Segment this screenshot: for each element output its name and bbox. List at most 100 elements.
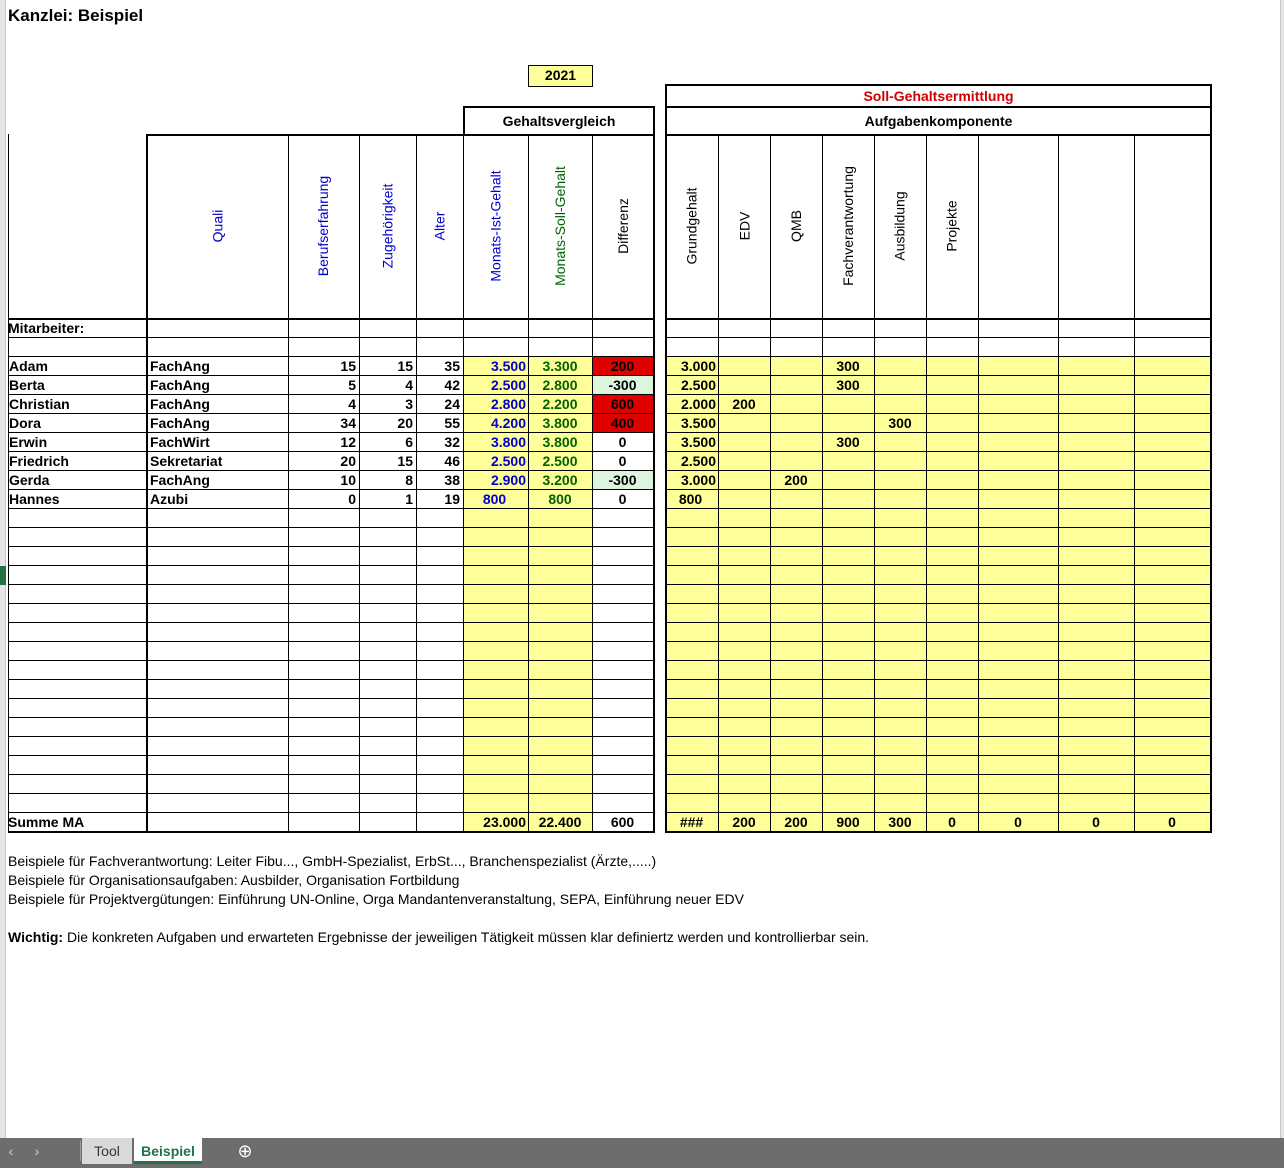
employee-grundgehalt[interactable]: 2.000 (665, 395, 716, 414)
employee-ist-gehalt[interactable]: 2.500 (463, 452, 526, 471)
total-qmb[interactable]: 200 (770, 813, 822, 832)
employee-quali[interactable]: Sekretariat (150, 452, 286, 471)
total-ist[interactable]: 23.000 (463, 813, 526, 832)
total-ausb[interactable]: 300 (874, 813, 926, 832)
employee-alter[interactable]: 42 (416, 376, 460, 395)
employee-fach[interactable]: 300 (822, 433, 874, 452)
employee-soll-gehalt[interactable]: 3.200 (528, 471, 592, 490)
worksheet[interactable]: 2021 Kanzlei: Beispiel Soll-Gehaltsermittl… (0, 0, 1284, 1138)
employee-differenz[interactable]: 0 (592, 490, 653, 509)
employee-ist-gehalt[interactable]: 800 (463, 490, 526, 509)
employee-soll-gehalt[interactable]: 800 (528, 490, 592, 509)
employee-fach[interactable]: 300 (822, 376, 874, 395)
employee-edv[interactable] (718, 376, 770, 395)
employee-qmb[interactable] (770, 395, 822, 414)
employee-proj[interactable] (926, 395, 978, 414)
employee-name[interactable]: Friedrich (9, 452, 145, 471)
employee-quali[interactable]: FachAng (150, 376, 286, 395)
employee-grundgehalt[interactable]: 3.500 (665, 433, 716, 452)
employee-differenz[interactable]: 0 (592, 433, 653, 452)
employee-zug[interactable]: 6 (359, 433, 413, 452)
employee-edv[interactable]: 200 (718, 395, 770, 414)
employee-proj[interactable] (926, 357, 978, 376)
employee-zug[interactable]: 8 (359, 471, 413, 490)
employee-alter[interactable]: 24 (416, 395, 460, 414)
employee-soll-gehalt[interactable]: 2.200 (528, 395, 592, 414)
employee-edv[interactable] (718, 357, 770, 376)
tab-next-icon[interactable]: › (28, 1138, 46, 1164)
employee-differenz[interactable]: -300 (592, 471, 653, 490)
employee-fach[interactable] (822, 471, 874, 490)
employee-fach[interactable] (822, 452, 874, 471)
employee-differenz[interactable]: 400 (592, 414, 653, 433)
vertical-scrollbar[interactable] (1280, 0, 1284, 1138)
employee-alter[interactable]: 46 (416, 452, 460, 471)
employee-proj[interactable] (926, 452, 978, 471)
employee-name[interactable]: Christian (9, 395, 145, 414)
employee-alter[interactable]: 35 (416, 357, 460, 376)
employee-zug[interactable]: 1 (359, 490, 413, 509)
employee-quali[interactable]: FachAng (150, 471, 286, 490)
employee-fach[interactable]: 300 (822, 357, 874, 376)
employee-differenz[interactable]: -300 (592, 376, 653, 395)
total-differenz[interactable]: 600 (592, 813, 653, 832)
employee-zug[interactable]: 20 (359, 414, 413, 433)
employee-quali[interactable]: FachAng (150, 357, 286, 376)
employee-edv[interactable] (718, 433, 770, 452)
employee-quali[interactable]: Azubi (150, 490, 286, 509)
tab-prev-icon[interactable]: ‹ (2, 1138, 20, 1164)
employee-name[interactable]: Hannes (9, 490, 145, 509)
employee-ausb[interactable]: 300 (874, 414, 926, 433)
employee-soll-gehalt[interactable]: 2.800 (528, 376, 592, 395)
employee-beruf[interactable]: 4 (288, 395, 356, 414)
employee-ist-gehalt[interactable]: 2.800 (463, 395, 526, 414)
total-proj[interactable]: 0 (926, 813, 978, 832)
employee-beruf[interactable]: 34 (288, 414, 356, 433)
employee-name[interactable]: Berta (9, 376, 145, 395)
employee-soll-gehalt[interactable]: 3.800 (528, 433, 592, 452)
employee-grundgehalt[interactable]: 2.500 (665, 452, 716, 471)
employee-ausb[interactable] (874, 452, 926, 471)
employee-zug[interactable]: 3 (359, 395, 413, 414)
employee-beruf[interactable]: 20 (288, 452, 356, 471)
employee-proj[interactable] (926, 490, 978, 509)
employee-alter[interactable]: 19 (416, 490, 460, 509)
employee-differenz[interactable]: 600 (592, 395, 653, 414)
employee-beruf[interactable]: 0 (288, 490, 356, 509)
employee-fach[interactable] (822, 395, 874, 414)
total-x3[interactable]: 0 (1134, 813, 1210, 832)
employee-grundgehalt[interactable]: 3.000 (665, 357, 716, 376)
employee-ist-gehalt[interactable]: 2.900 (463, 471, 526, 490)
employee-zug[interactable]: 15 (359, 357, 413, 376)
employee-alter[interactable]: 38 (416, 471, 460, 490)
employee-ausb[interactable] (874, 395, 926, 414)
add-sheet-icon[interactable]: ⊕ (232, 1138, 258, 1164)
employee-quali[interactable]: FachAng (150, 395, 286, 414)
employee-qmb[interactable]: 200 (770, 471, 822, 490)
employee-ausb[interactable] (874, 471, 926, 490)
employee-quali[interactable]: FachWirt (150, 433, 286, 452)
employee-grundgehalt[interactable]: 3.500 (665, 414, 716, 433)
employee-edv[interactable] (718, 414, 770, 433)
employee-alter[interactable]: 32 (416, 433, 460, 452)
employee-ist-gehalt[interactable]: 3.800 (463, 433, 526, 452)
employee-beruf[interactable]: 12 (288, 433, 356, 452)
employee-fach[interactable] (822, 490, 874, 509)
employee-name[interactable]: Dora (9, 414, 145, 433)
tab-tool[interactable]: Tool (82, 1138, 132, 1164)
total-x1[interactable]: 0 (978, 813, 1058, 832)
employee-qmb[interactable] (770, 433, 822, 452)
employee-beruf[interactable]: 15 (288, 357, 356, 376)
employee-grundgehalt[interactable]: 800 (665, 490, 716, 509)
employee-differenz[interactable]: 200 (592, 357, 653, 376)
employee-beruf[interactable]: 10 (288, 471, 356, 490)
employee-alter[interactable]: 55 (416, 414, 460, 433)
employee-ausb[interactable] (874, 433, 926, 452)
employee-edv[interactable] (718, 471, 770, 490)
employee-qmb[interactable] (770, 414, 822, 433)
employee-soll-gehalt[interactable]: 2.500 (528, 452, 592, 471)
employee-zug[interactable]: 4 (359, 376, 413, 395)
total-x2[interactable]: 0 (1058, 813, 1134, 832)
employee-fach[interactable] (822, 414, 874, 433)
total-soll[interactable]: 22.400 (528, 813, 592, 832)
